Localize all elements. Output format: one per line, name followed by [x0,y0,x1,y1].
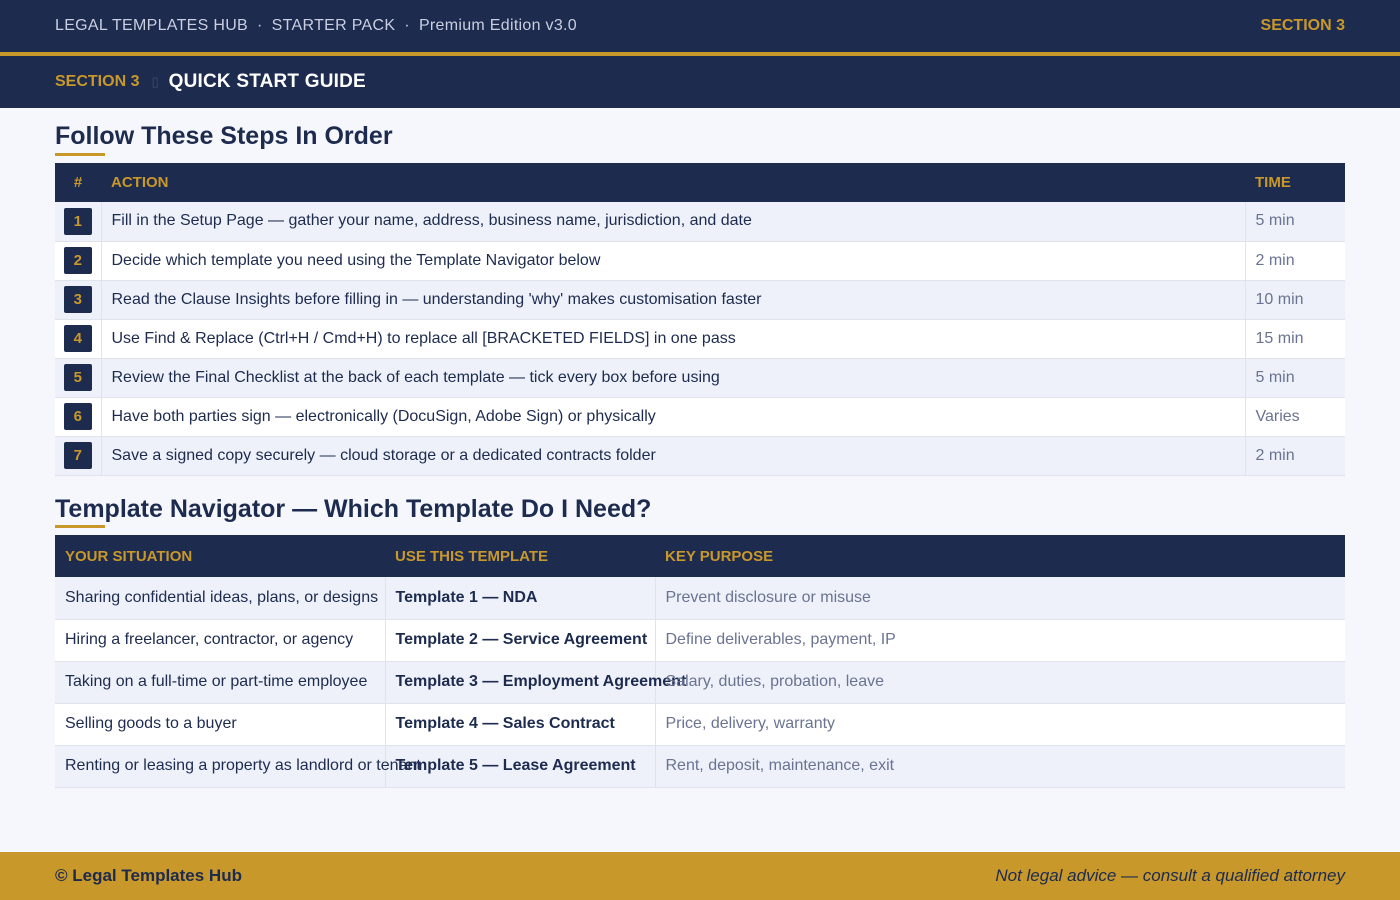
step-number-badge: 2 [63,247,92,274]
breadcrumb: LEGAL TEMPLATES HUB · STARTER PACK · Pre… [55,17,577,35]
table-row: 5 Review the Final Checklist at the back… [55,358,1345,398]
step-time: 2 min [1244,241,1345,281]
step-time: 15 min [1244,319,1345,359]
step-number-badge: 6 [63,403,92,430]
purpose-cell: Define deliverables, payment, IP [654,619,1345,662]
step-action: Decide which template you need using the… [100,241,1245,281]
step-action: Use Find & Replace (Ctrl+H / Cmd+H) to r… [100,319,1245,359]
section-title: QUICK START GUIDE [168,71,366,92]
top-header-bar: LEGAL TEMPLATES HUB · STARTER PACK · Pre… [0,0,1400,52]
breadcrumb-item-edition: Premium Edition v3.0 [418,17,577,34]
column-header-action: ACTION [101,163,1245,202]
purpose-cell: Rent, deposit, maintenance, exit [654,745,1345,788]
table-row: 7 Save a signed copy securely — cloud st… [55,436,1345,476]
step-time: 5 min [1244,358,1345,398]
step-number-badge: 5 [63,364,92,391]
situation-cell: Sharing confidential ideas, plans, or de… [55,577,385,620]
table-row: Sharing confidential ideas, plans, or de… [55,577,1345,620]
column-header-time: TIME [1245,163,1345,202]
step-time: Varies [1244,397,1345,437]
step-number-badge: 3 [63,286,92,313]
purpose-cell: Price, delivery, warranty [654,703,1345,746]
situation-cell: Renting or leasing a property as landlor… [55,745,421,788]
step-number-badge: 1 [63,207,92,235]
situation-cell: Taking on a full-time or part-time emplo… [55,661,385,704]
template-cell: Template 5 — Lease Agreement [384,745,655,788]
steps-heading: Follow These Steps In Order [55,122,393,150]
template-cell: Template 4 — Sales Contract [384,703,655,746]
step-action: Save a signed copy securely — cloud stor… [100,436,1245,476]
heading-underline [55,153,105,156]
section-title-bar: SECTION 3 ▯ QUICK START GUIDE [0,56,1400,108]
steps-table: # ACTION TIME 1 Fill in the Setup Page —… [55,163,1345,476]
section-separator-icon: ▯ [151,74,159,89]
step-action: Fill in the Setup Page — gather your nam… [100,202,1245,242]
template-cell: Template 1 — NDA [384,577,655,620]
table-row: 6 Have both parties sign — electronicall… [55,397,1345,437]
step-time: 5 min [1244,202,1345,242]
column-header-number: # [55,163,101,202]
step-action: Read the Clause Insights before filling … [100,280,1245,320]
table-row: Hiring a freelancer, contractor, or agen… [55,619,1345,662]
purpose-cell: Salary, duties, probation, leave [654,661,1345,704]
section-number: SECTION 3 [55,73,140,90]
situation-cell: Selling goods to a buyer [55,703,385,746]
step-number-badge: 4 [63,325,92,352]
table-row: 2 Decide which template you need using t… [55,241,1345,281]
breadcrumb-separator: · [257,17,263,34]
footer-disclaimer: Not legal advice — consult a qualified a… [995,866,1345,885]
step-time: 10 min [1244,280,1345,320]
heading-underline [55,525,105,528]
step-number-badge: 7 [63,442,92,469]
table-row: 1 Fill in the Setup Page — gather your n… [55,202,1345,242]
table-row: Renting or leasing a property as landlor… [55,745,1345,788]
breadcrumb-item-hub: LEGAL TEMPLATES HUB [55,17,249,34]
situation-cell: Hiring a freelancer, contractor, or agen… [55,619,385,662]
footer-brand: © Legal Templates Hub [55,866,242,885]
footer-bar: © Legal Templates Hub Not legal advice —… [0,852,1400,900]
step-action: Have both parties sign — electronically … [100,397,1245,437]
table-row: Taking on a full-time or part-time emplo… [55,661,1345,704]
navigator-heading: Template Navigator — Which Template Do I… [55,495,652,523]
column-header-purpose: KEY PURPOSE [655,535,1345,577]
navigator-table: YOUR SITUATION USE THIS TEMPLATE KEY PUR… [55,535,1345,788]
template-cell: Template 2 — Service Agreement [384,619,655,662]
table-row: 3 Read the Clause Insights before fillin… [55,280,1345,320]
step-action: Review the Final Checklist at the back o… [100,358,1245,398]
table-header-row: YOUR SITUATION USE THIS TEMPLATE KEY PUR… [55,535,1345,577]
breadcrumb-separator: · [404,17,410,34]
table-row: Selling goods to a buyer Template 4 — Sa… [55,703,1345,746]
purpose-cell: Prevent disclosure or misuse [654,577,1345,620]
table-header-row: # ACTION TIME [55,163,1345,202]
breadcrumb-item-pack: STARTER PACK [271,17,396,34]
section-indicator: SECTION 3 [1260,17,1345,34]
table-row: 4 Use Find & Replace (Ctrl+H / Cmd+H) to… [55,319,1345,359]
template-cell: Template 3 — Employment Agreement [384,661,686,704]
column-header-template: USE THIS TEMPLATE [385,535,655,577]
column-header-situation: YOUR SITUATION [55,535,385,577]
step-time: 2 min [1244,436,1345,476]
